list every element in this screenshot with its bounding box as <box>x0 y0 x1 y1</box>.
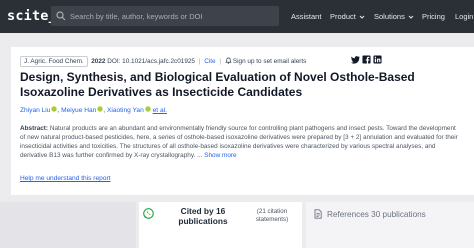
search-bar[interactable] <box>51 6 279 26</box>
paper-title: Design, Synthesis, and Biological Evalua… <box>20 70 415 99</box>
nav-solutions[interactable]: Solutions <box>374 12 414 21</box>
chevron-down-icon <box>408 15 414 19</box>
nav-solutions-label: Solutions <box>374 12 405 21</box>
nav-product-label: Product <box>330 12 356 21</box>
et-al-link[interactable]: et al. <box>153 107 167 114</box>
author-link[interactable]: Zhiyan Liu <box>20 107 50 114</box>
document-icon <box>314 209 322 219</box>
left-panel <box>0 202 136 248</box>
nav-login[interactable]: Login <box>455 12 473 21</box>
email-alert-link[interactable]: Sign up to set email alerts <box>233 58 307 65</box>
paper-doi: DOI: 10.1021/acs.jafc.2c01925 <box>107 58 195 65</box>
scite-logo[interactable]: scite_ <box>7 8 57 24</box>
paper-meta: J. Agric. Food Chem. 2022 DOI: 10.1021/a… <box>20 56 306 67</box>
twitter-icon[interactable] <box>351 55 360 64</box>
orcid-icon <box>51 106 58 112</box>
paper-year: 2022 <box>91 58 106 65</box>
bell-icon <box>225 57 232 64</box>
references-panel[interactable] <box>306 202 474 248</box>
separator: | <box>219 58 222 65</box>
orcid-icon <box>145 106 151 112</box>
journal-badge: J. Agric. Food Chem. <box>20 56 88 67</box>
nav-assistant[interactable]: Assistant <box>291 12 321 21</box>
orcid-icon <box>97 106 103 112</box>
abstract: Abstract: Natural products are an abunda… <box>20 124 460 160</box>
linkedin-icon[interactable] <box>373 55 382 64</box>
help-understand-link[interactable]: Help me understand this report <box>20 175 111 182</box>
search-icon <box>56 11 66 21</box>
author-link[interactable]: Xiaoting Yan <box>107 107 144 114</box>
author-link[interactable]: Meiyue Han <box>61 107 96 114</box>
references-count[interactable]: References 30 publications <box>327 210 426 219</box>
nav-pricing[interactable]: Pricing <box>422 12 445 21</box>
cite-link[interactable]: Cite <box>204 58 215 65</box>
whatsapp-icon <box>143 208 154 219</box>
author-list: Zhiyan Liu, Meiyue Han, Xiaoting Yan et … <box>20 106 167 114</box>
abstract-text: Natural products are an abundant and env… <box>20 125 458 160</box>
abstract-label: Abstract: <box>20 125 49 132</box>
facebook-icon[interactable] <box>362 55 371 64</box>
search-input[interactable] <box>70 6 275 26</box>
cited-by-count[interactable]: Cited by 16 publications <box>176 206 230 226</box>
show-more-link[interactable]: Show more <box>204 152 236 159</box>
chevron-down-icon <box>359 15 365 19</box>
separator: | <box>198 58 201 65</box>
nav-product[interactable]: Product <box>330 12 365 21</box>
citation-statements: (21 citation statements) <box>255 208 289 223</box>
